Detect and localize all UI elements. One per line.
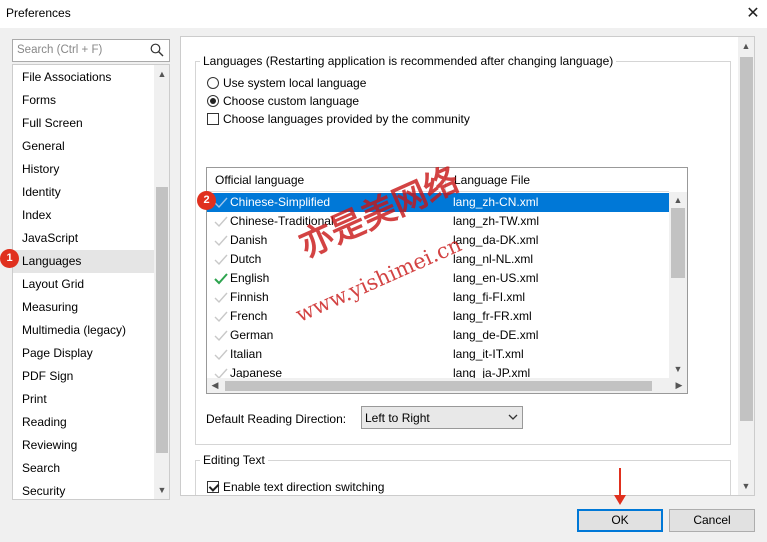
reading-direction-label: Default Reading Direction:: [206, 412, 347, 426]
annotation-badge-2: 2: [197, 191, 216, 210]
sidebar-item[interactable]: Measuring: [13, 296, 154, 319]
panel-scroll-down-icon[interactable]: ▼: [738, 481, 754, 491]
check-icon: [214, 254, 228, 266]
panel-scroll-thumb[interactable]: [740, 57, 753, 421]
editing-legend: Editing Text: [200, 453, 268, 467]
language-file: lang_zh-TW.xml: [453, 214, 540, 228]
scroll-down-icon[interactable]: ▼: [154, 485, 169, 495]
table-vscroll-thumb[interactable]: [671, 208, 685, 278]
column-header-file[interactable]: Language File: [446, 168, 669, 192]
search-icon[interactable]: [150, 43, 164, 57]
language-file: lang_it-IT.xml: [453, 347, 524, 361]
scroll-up-icon[interactable]: ▲: [154, 69, 169, 79]
table-hscroll-thumb[interactable]: [225, 381, 652, 391]
panel-scroll-up-icon[interactable]: ▲: [738, 41, 754, 51]
search-placeholder: Search (Ctrl + F): [17, 44, 103, 56]
title-bar: Preferences ✕: [0, 0, 767, 28]
sidebar-item[interactable]: Search: [13, 457, 154, 480]
check-icon: [214, 349, 228, 361]
language-name: English: [230, 271, 270, 285]
sidebar-item[interactable]: Forms: [13, 89, 154, 112]
checkbox-community-label: Choose languages provided by the communi…: [223, 112, 470, 126]
window-title: Preferences: [6, 6, 71, 20]
radio-system-label: Use system local language: [223, 76, 367, 90]
table-scroll-up-icon[interactable]: ▲: [670, 195, 686, 205]
language-file: lang_en-US.xml: [453, 271, 539, 285]
category-scroll-thumb[interactable]: [156, 187, 168, 453]
checkbox-community[interactable]: [207, 113, 219, 125]
sidebar-item[interactable]: Layout Grid: [13, 273, 154, 296]
sidebar-item[interactable]: Reading: [13, 411, 154, 434]
language-name: Danish: [230, 233, 268, 247]
language-file: lang_fi-FI.xml: [453, 290, 526, 304]
sidebar-item[interactable]: JavaScript: [13, 227, 154, 250]
sidebar-item[interactable]: Reviewing: [13, 434, 154, 457]
language-file: lang_da-DK.xml: [453, 233, 539, 247]
radio-custom-label: Choose custom language: [223, 94, 360, 108]
table-row[interactable]: French lang_fr-FR.xml: [207, 307, 669, 326]
category-list[interactable]: File Associations Forms Full Screen General…: [12, 64, 170, 500]
languages-legend: Languages (Restarting application is rec…: [200, 54, 617, 68]
check-icon: [214, 330, 228, 342]
check-icon: [214, 273, 228, 285]
sidebar-item[interactable]: Index: [13, 204, 154, 227]
sidebar-item[interactable]: Security: [13, 480, 154, 499]
sidebar-item[interactable]: Print: [13, 388, 154, 411]
table-row[interactable]: German lang_de-DE.xml: [207, 326, 669, 345]
language-name: German: [230, 328, 274, 342]
ok-button[interactable]: OK: [577, 509, 663, 532]
sidebar-item[interactable]: Multimedia (legacy): [13, 319, 154, 342]
check-icon: [214, 235, 228, 247]
cancel-button[interactable]: Cancel: [669, 509, 755, 532]
language-name: Finnish: [230, 290, 269, 304]
sidebar-item[interactable]: General: [13, 135, 154, 158]
table-row[interactable]: Chinese-Traditional lang_zh-TW.xml: [207, 212, 669, 231]
annotation-badge-1: 1: [0, 249, 19, 268]
table-scroll-right-icon[interactable]: ▶: [671, 380, 687, 391]
language-name: Italian: [230, 347, 263, 361]
table-row[interactable]: English lang_en-US.xml: [207, 269, 669, 288]
sidebar-item[interactable]: Languages: [13, 250, 154, 273]
language-file: lang_de-DE.xml: [453, 328, 539, 342]
sidebar-item[interactable]: History: [13, 158, 154, 181]
language-name: Chinese-Simplified: [230, 195, 331, 209]
sidebar-item[interactable]: PDF Sign: [13, 365, 154, 388]
table-scroll-left-icon[interactable]: ◀: [207, 380, 223, 391]
sidebar-item[interactable]: Identity: [13, 181, 154, 204]
language-file: lang_fr-FR.xml: [453, 309, 532, 323]
language-file: lang_nl-NL.xml: [453, 252, 534, 266]
reading-direction-value: Left to Right: [365, 411, 430, 425]
close-icon[interactable]: ✕: [743, 4, 763, 24]
table-scroll-down-icon[interactable]: ▼: [670, 364, 686, 374]
sidebar-item[interactable]: File Associations: [13, 66, 154, 89]
radio-system-language[interactable]: [207, 77, 219, 89]
search-input[interactable]: Search (Ctrl + F): [12, 39, 170, 62]
check-icon: [214, 311, 228, 323]
checkbox-direction-switching[interactable]: [207, 481, 219, 493]
table-row[interactable]: Italian lang_it-IT.xml: [207, 345, 669, 364]
language-name: French: [230, 309, 268, 323]
radio-custom-language[interactable]: [207, 95, 219, 107]
chevron-down-icon: [508, 414, 518, 420]
direction-switching-label: Enable text direction switching: [223, 480, 385, 494]
check-icon: [214, 292, 228, 304]
language-file: lang_zh-CN.xml: [453, 195, 539, 209]
annotation-arrow-icon: [614, 468, 626, 505]
check-icon: [214, 216, 228, 228]
settings-panel: Languages (Restarting application is rec…: [180, 36, 755, 496]
table-row[interactable]: Finnish lang_fi-FI.xml: [207, 288, 669, 307]
sidebar-item[interactable]: Page Display: [13, 342, 154, 365]
language-name: Dutch: [230, 252, 262, 266]
reading-direction-select[interactable]: Left to Right: [361, 406, 523, 429]
sidebar-item[interactable]: Full Screen: [13, 112, 154, 135]
